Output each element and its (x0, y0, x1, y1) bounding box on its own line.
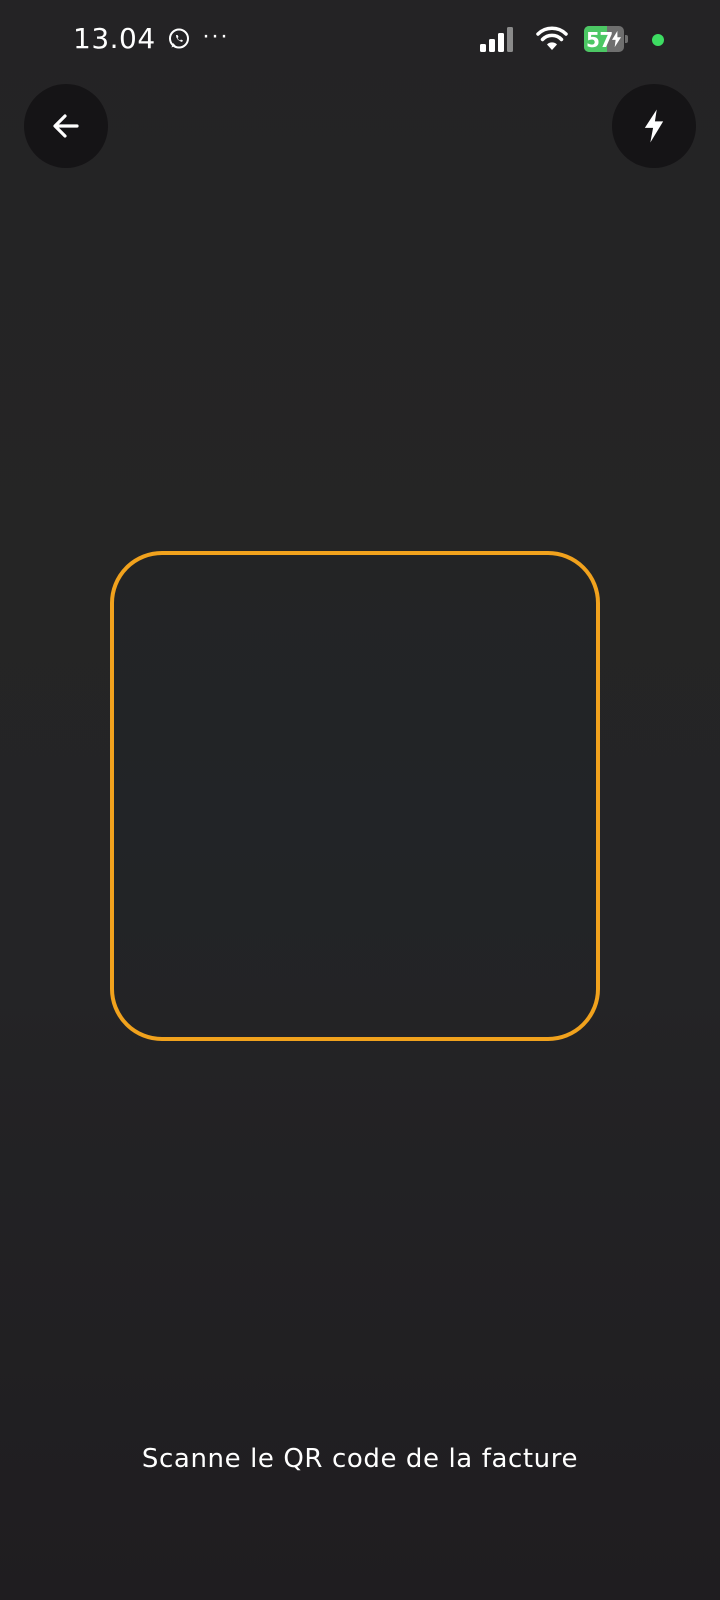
scan-frame (110, 551, 600, 1041)
wifi-icon (536, 26, 568, 50)
arrow-left-icon (53, 114, 79, 138)
lightning-bolt-icon (644, 109, 664, 143)
battery-body: 57 (584, 26, 624, 52)
privacy-indicator-dot (652, 34, 664, 46)
status-time: 13.04 (73, 22, 156, 55)
scan-instruction: Scanne le QR code de la facture (141, 1444, 579, 1474)
flash-toggle-button[interactable] (612, 84, 696, 168)
whatsapp-icon (169, 28, 189, 49)
battery-tip (625, 35, 628, 43)
battery-level: 57 (586, 28, 613, 52)
more-notifications-icon: ··· (202, 22, 229, 49)
charging-bolt-icon (612, 30, 621, 48)
status-bar: 13.04 ··· 57 (0, 0, 720, 80)
cellular-signal-icon (480, 27, 513, 52)
back-button[interactable] (24, 84, 108, 168)
battery-indicator: 57 (584, 26, 630, 52)
